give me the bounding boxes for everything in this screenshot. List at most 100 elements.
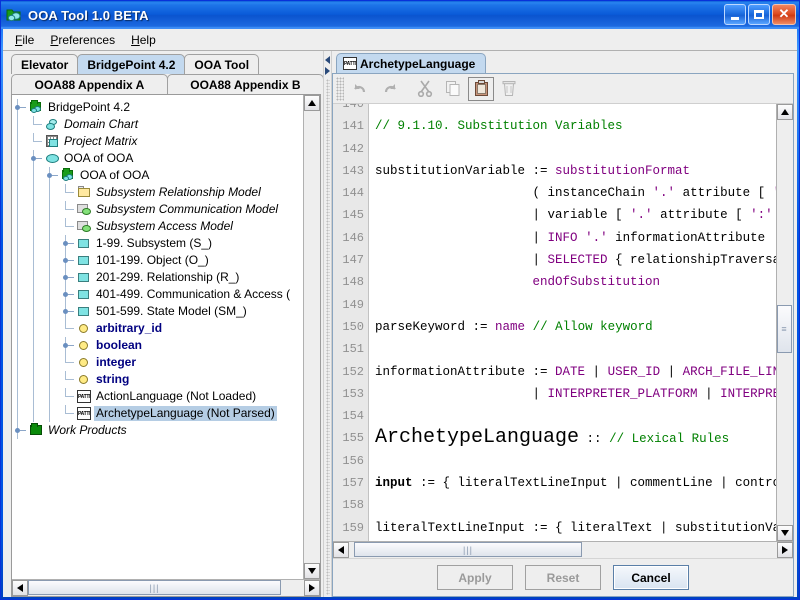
menu-preferences[interactable]: Preferences: [42, 31, 123, 49]
code-hscroll-thumb[interactable]: |||: [354, 542, 582, 557]
code-token: |: [697, 386, 721, 401]
collapse-left-icon[interactable]: [324, 55, 331, 64]
apply-button[interactable]: Apply: [437, 565, 513, 590]
code-scroll-left-button[interactable]: [333, 542, 349, 558]
tree-scroll-right-button[interactable]: [304, 580, 320, 596]
code-scroll-down-button[interactable]: [777, 525, 793, 541]
application-window: OOA Tool 1.0 BETA ✕ File Preferences Hel…: [0, 0, 800, 600]
menu-file[interactable]: File: [7, 31, 42, 49]
tree-vscroll-track[interactable]: [304, 111, 320, 563]
tree-toggle-collapsed[interactable]: [60, 269, 76, 286]
tree-item[interactable]: 401-499. Communication & Access (: [12, 286, 303, 303]
code-vscroll-track[interactable]: ≡: [777, 120, 793, 525]
code-vertical-scrollbar[interactable]: ≡: [776, 104, 793, 541]
cut-button[interactable]: [412, 77, 438, 101]
close-button[interactable]: ✕: [772, 4, 796, 25]
tree-horizontal-scrollbar[interactable]: |||: [12, 579, 320, 596]
tab-ooa-tool[interactable]: OOA Tool: [184, 54, 260, 74]
tree-indent: [12, 218, 28, 235]
tree-toggle-collapsed[interactable]: [60, 286, 76, 303]
tree-item[interactable]: Subsystem Access Model: [12, 218, 303, 235]
reset-button[interactable]: Reset: [525, 565, 601, 590]
tree-scroll-down-button[interactable]: [304, 563, 320, 579]
tree-toggle-expanded[interactable]: [44, 167, 60, 184]
tree-indent: [44, 235, 60, 252]
tree-item[interactable]: Project Matrix: [12, 133, 303, 150]
tree-toggle-collapsed[interactable]: [60, 252, 76, 269]
circle-yellow-icon: [76, 338, 93, 353]
cancel-button[interactable]: Cancel: [613, 565, 689, 590]
tree-scroll-up-button[interactable]: [304, 95, 320, 111]
toolbar-grip[interactable]: [336, 76, 344, 101]
maximize-button[interactable]: [748, 4, 770, 25]
tree-scroll-left-button[interactable]: [12, 580, 28, 596]
tree-item[interactable]: Domain Chart: [12, 116, 303, 133]
tree-item[interactable]: BridgePoint 4.2: [12, 99, 303, 116]
tab-ooa88-appendix-a[interactable]: OOA88 Appendix A: [11, 74, 168, 94]
tree-item[interactable]: arbitrary_id: [12, 320, 303, 337]
tree-hscroll-track[interactable]: |||: [28, 580, 304, 596]
window-controls: ✕: [724, 4, 796, 25]
code-text-area[interactable]: // 9.1.10. Substitution Variables substit…: [369, 104, 776, 541]
redo-button[interactable]: [376, 77, 402, 101]
paste-button[interactable]: [468, 76, 494, 101]
minimize-button[interactable]: [724, 4, 746, 25]
tree-toggle-collapsed[interactable]: [12, 422, 28, 439]
code-token: // Allow keyword: [532, 319, 653, 334]
tab-archetypelanguage[interactable]: PATTERN ArchetypeLanguage: [336, 53, 487, 73]
tree-item[interactable]: 101-199. Object (O_): [12, 252, 303, 269]
tree-item[interactable]: boolean: [12, 337, 303, 354]
tree-indent: [12, 133, 28, 150]
circle-yellow-icon: [76, 355, 93, 370]
tree-toggle-expanded[interactable]: [12, 99, 28, 116]
code-scroll-right-button[interactable]: [777, 542, 793, 558]
tree-item[interactable]: OOA of OOA: [12, 167, 303, 184]
tree-item[interactable]: Subsystem Communication Model: [12, 201, 303, 218]
tree-indent: [44, 252, 60, 269]
undo-button[interactable]: [348, 77, 374, 101]
grip-icon: |||: [149, 582, 160, 593]
tab-bridgepoint[interactable]: BridgePoint 4.2: [77, 54, 186, 74]
tree-indent: [12, 252, 28, 269]
tree-toggle-expanded[interactable]: [28, 150, 44, 167]
tree-item[interactable]: 501-599. State Model (SM_): [12, 303, 303, 320]
circle-yellow-icon: [76, 321, 93, 336]
code-hscroll-track[interactable]: |||: [349, 542, 777, 558]
code-scroll-up-button[interactable]: [777, 104, 793, 120]
split-pane-divider[interactable]: [323, 51, 332, 597]
tree-toggle-collapsed[interactable]: [60, 235, 76, 252]
tree-item[interactable]: string: [12, 371, 303, 388]
menu-help[interactable]: Help: [123, 31, 164, 49]
pattern-doc-icon: PATTERN: [342, 56, 359, 71]
collapse-right-icon[interactable]: [324, 66, 331, 75]
square-icon: [76, 270, 93, 285]
editor-pane: PATTERN ArchetypeLanguage: [332, 51, 797, 597]
tree-item[interactable]: integer: [12, 354, 303, 371]
code-token: ArchetypeLanguage: [375, 426, 580, 450]
tree-item[interactable]: PATTERNArchetypeLanguage (Not Parsed): [12, 405, 303, 422]
tree-item[interactable]: OOA of OOA: [12, 150, 303, 167]
delete-button[interactable]: [496, 77, 522, 101]
code-vscroll-thumb[interactable]: ≡: [777, 305, 792, 353]
project-tree[interactable]: BridgePoint 4.2 Domain Chart Project Matri…: [12, 95, 303, 579]
copy-button[interactable]: [440, 77, 466, 101]
tree-indent: [44, 337, 60, 354]
tree-toggle-collapsed[interactable]: [60, 303, 76, 320]
tree-toggle-collapsed[interactable]: [60, 337, 76, 354]
tree-item-label: arbitrary_id: [96, 321, 163, 335]
tab-ooa88-appendix-b[interactable]: OOA88 Appendix B: [166, 74, 325, 94]
tab-elevator[interactable]: Elevator: [11, 54, 79, 74]
code-line: informationAttribute := DATE | USER_ID |…: [375, 361, 776, 383]
tree-item[interactable]: 201-299. Relationship (R_): [12, 269, 303, 286]
tree-item[interactable]: Subsystem Relationship Model: [12, 184, 303, 201]
code-horizontal-scrollbar[interactable]: |||: [333, 541, 793, 558]
tree-item[interactable]: Work Products: [12, 422, 303, 439]
tree-hscroll-thumb[interactable]: |||: [28, 580, 281, 595]
editor-tabs: PATTERN ArchetypeLanguage: [332, 53, 794, 73]
tree-indent: [28, 354, 44, 371]
tree-item[interactable]: PATTERNActionLanguage (Not Loaded): [12, 388, 303, 405]
code-token: ':': [773, 186, 776, 200]
tree-leaf-connector: [60, 218, 76, 235]
tree-vertical-scrollbar[interactable]: [303, 95, 320, 579]
tree-item[interactable]: 1-99. Subsystem (S_): [12, 235, 303, 252]
